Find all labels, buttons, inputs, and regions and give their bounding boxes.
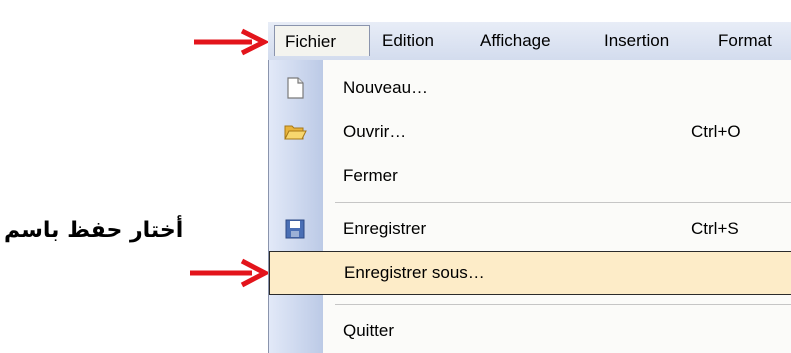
arrow-to-save-as-icon <box>190 258 271 288</box>
menu-edition[interactable]: Edition <box>372 25 444 56</box>
menu-item-label: Enregistrer <box>343 219 427 238</box>
menu-separator <box>335 202 791 203</box>
file-menu-dropdown: Nouveau… Ouvrir… Ctrl+O Fermer Enregistr… <box>268 60 791 353</box>
menu-item-nouveau[interactable]: Nouveau… <box>269 66 791 109</box>
menu-insertion[interactable]: Insertion <box>594 25 679 56</box>
menu-item-label: Enregistrer sous… <box>344 263 485 282</box>
menu-item-label: Ouvrir… <box>343 122 407 141</box>
menu-separator <box>335 304 791 305</box>
menu-fichier[interactable]: Fichier <box>274 25 370 56</box>
menu-item-shortcut: Ctrl+S <box>691 219 739 238</box>
menu-item-fermer[interactable]: Fermer <box>269 154 791 197</box>
open-folder-icon <box>284 125 307 140</box>
menu-item-enregistrer[interactable]: Enregistrer Ctrl+S <box>269 207 791 250</box>
arabic-instruction: أختار حفظ باسم <box>4 218 184 243</box>
menu-item-label: Quitter <box>343 321 395 340</box>
save-disk-icon <box>285 219 305 239</box>
menu-format[interactable]: Format <box>708 25 782 56</box>
menu-affichage[interactable]: Affichage <box>470 25 561 56</box>
arrow-to-fichier-icon <box>194 28 270 56</box>
menu-item-label: Nouveau… <box>343 78 429 97</box>
menu-item-enregistrer-sous[interactable]: Enregistrer sous… <box>269 251 791 295</box>
menu-item-ouvrir[interactable]: Ouvrir… Ctrl+O <box>269 110 791 153</box>
new-document-icon <box>287 77 304 99</box>
menu-item-shortcut: Ctrl+O <box>691 122 741 141</box>
menu-item-label: Fermer <box>343 166 398 185</box>
menu-item-quitter[interactable]: Quitter <box>269 309 791 352</box>
menu-bar: Fichier Edition Affichage Insertion Form… <box>268 22 791 61</box>
